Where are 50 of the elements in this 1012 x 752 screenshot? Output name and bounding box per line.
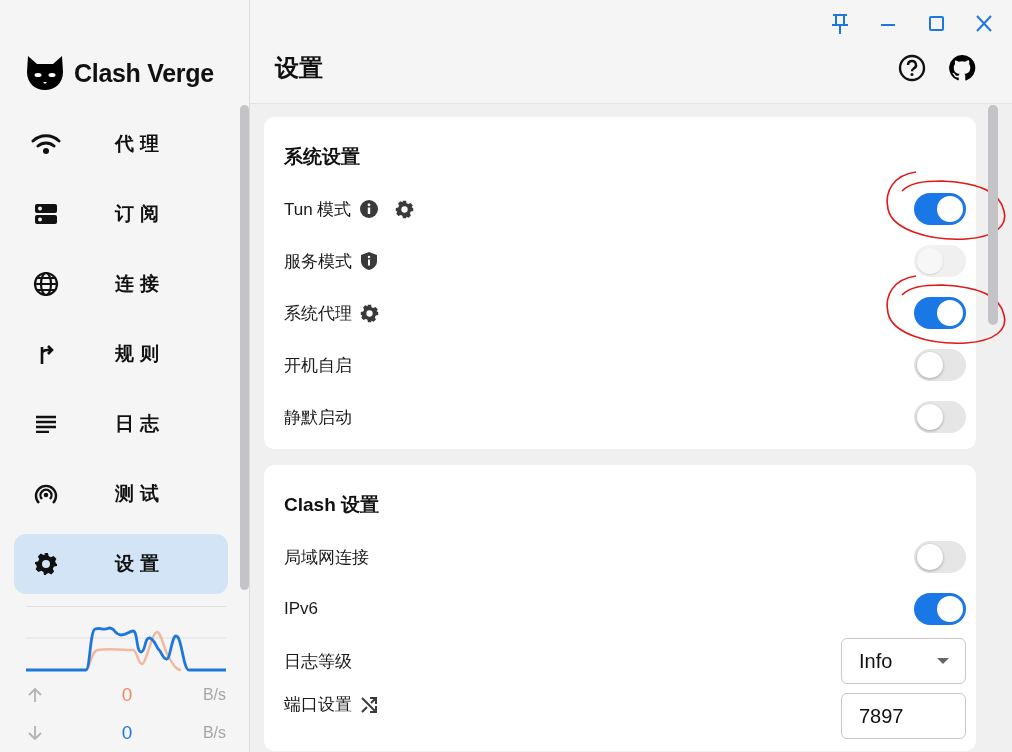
nav-item[interactable]: 日志 [14, 394, 228, 454]
speed-unit: B/s [201, 686, 226, 704]
section-title: 系统设置 [284, 145, 361, 169]
scrollbar[interactable] [240, 105, 249, 590]
setting-label: 开机自启 [284, 354, 352, 377]
upload-speed: 0 [120, 684, 134, 706]
github-icon[interactable] [948, 54, 976, 82]
server-icon [34, 203, 58, 225]
setting-label: 系统代理 [284, 302, 352, 325]
speed-unit: B/s [201, 724, 226, 742]
nav-item[interactable]: 规则 [14, 324, 228, 384]
setting-label: Tun 模式 [284, 198, 352, 221]
nav-item[interactable]: 订阅 [14, 184, 228, 244]
pin-icon[interactable] [830, 12, 850, 36]
setting-label: 局域网连接 [284, 546, 369, 569]
shuffle-icon[interactable] [360, 695, 378, 714]
toggle-switch[interactable] [914, 401, 966, 433]
app-name: Clash Verge [74, 58, 214, 88]
port-input-field[interactable]: 7897 [841, 693, 966, 739]
dropdown-caret-icon [937, 658, 949, 664]
nav-item[interactable]: 代理 [14, 114, 228, 174]
globe-icon [33, 271, 59, 297]
toggle-switch[interactable] [914, 593, 966, 625]
setting-label: 服务模式 [284, 250, 352, 273]
setting-label: 端口设置 [284, 694, 352, 716]
help-icon[interactable] [898, 54, 926, 82]
lines-icon [35, 415, 57, 433]
download-speed: 0 [120, 722, 134, 744]
scrollbar[interactable] [988, 105, 998, 325]
setting-label: 日志等级 [284, 650, 352, 673]
page-title: 设置 [275, 53, 323, 83]
wifi-icon [31, 133, 61, 155]
settings-icon[interactable] [395, 199, 415, 219]
info-icon[interactable] [359, 199, 380, 219]
nav-item[interactable]: 设置 [14, 534, 228, 594]
cat-logo-icon [26, 55, 64, 91]
toggle-switch[interactable] [914, 349, 966, 381]
setting-label: 静默启动 [284, 406, 352, 429]
settings-icon [34, 552, 58, 576]
nav-item[interactable]: 测试 [14, 464, 228, 524]
down-arrow-icon [28, 725, 42, 741]
toggle-switch[interactable] [914, 297, 966, 329]
toggle-switch[interactable] [914, 541, 966, 573]
section-title: Clash 设置 [284, 493, 381, 517]
settings-icon[interactable] [360, 303, 379, 323]
log-level-select[interactable]: Info [841, 638, 966, 684]
setting-label: IPv6 [284, 599, 319, 619]
up-arrow-icon [28, 687, 42, 703]
toggle-switch[interactable] [914, 193, 966, 225]
nav-item[interactable]: 连接 [14, 254, 228, 314]
